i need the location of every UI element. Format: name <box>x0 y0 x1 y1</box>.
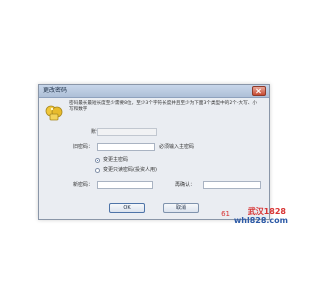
old-password-hint: 必须输入主密码 <box>159 144 195 150</box>
dialog-title: 更改密码 <box>43 87 68 94</box>
radio-investor-label: 变更只读密码(投资人用) <box>103 167 157 173</box>
watermark-line2: whl828.com <box>233 216 288 225</box>
radio-investor-row[interactable]: 变更只读密码(投资人用) <box>95 166 157 174</box>
old-password-input[interactable] <box>97 143 155 151</box>
change-password-dialog: 更改密码 密码最长最短长度至少需要8位，至少3个字符长度并且至少为下面3个类型中… <box>38 84 270 220</box>
radio-master-label: 变更主密码 <box>103 157 129 163</box>
watermark-prefix: 61 <box>221 210 230 218</box>
close-button[interactable] <box>252 86 266 96</box>
account-field <box>97 128 157 136</box>
ok-button[interactable]: OK <box>109 203 145 213</box>
new-password-label: 新密码： <box>73 182 94 188</box>
password-rule-text: 密码最长最短长度至少需要8位，至少3个字符长度并且至少为下面3个类型中的2个-大… <box>69 101 257 112</box>
new-password-input[interactable] <box>97 181 153 189</box>
dialog-titlebar: 更改密码 <box>39 85 269 98</box>
keys-icon <box>45 105 63 121</box>
cancel-button[interactable]: 取消 <box>163 203 199 213</box>
confirm-password-input[interactable] <box>203 181 261 189</box>
old-password-label: 旧密码： <box>73 144 94 150</box>
radio-investor[interactable] <box>95 167 100 173</box>
confirm-password-label: 再确认： <box>175 182 196 188</box>
radio-master[interactable] <box>95 157 100 163</box>
radio-master-row[interactable]: 变更主密码 <box>95 156 128 164</box>
